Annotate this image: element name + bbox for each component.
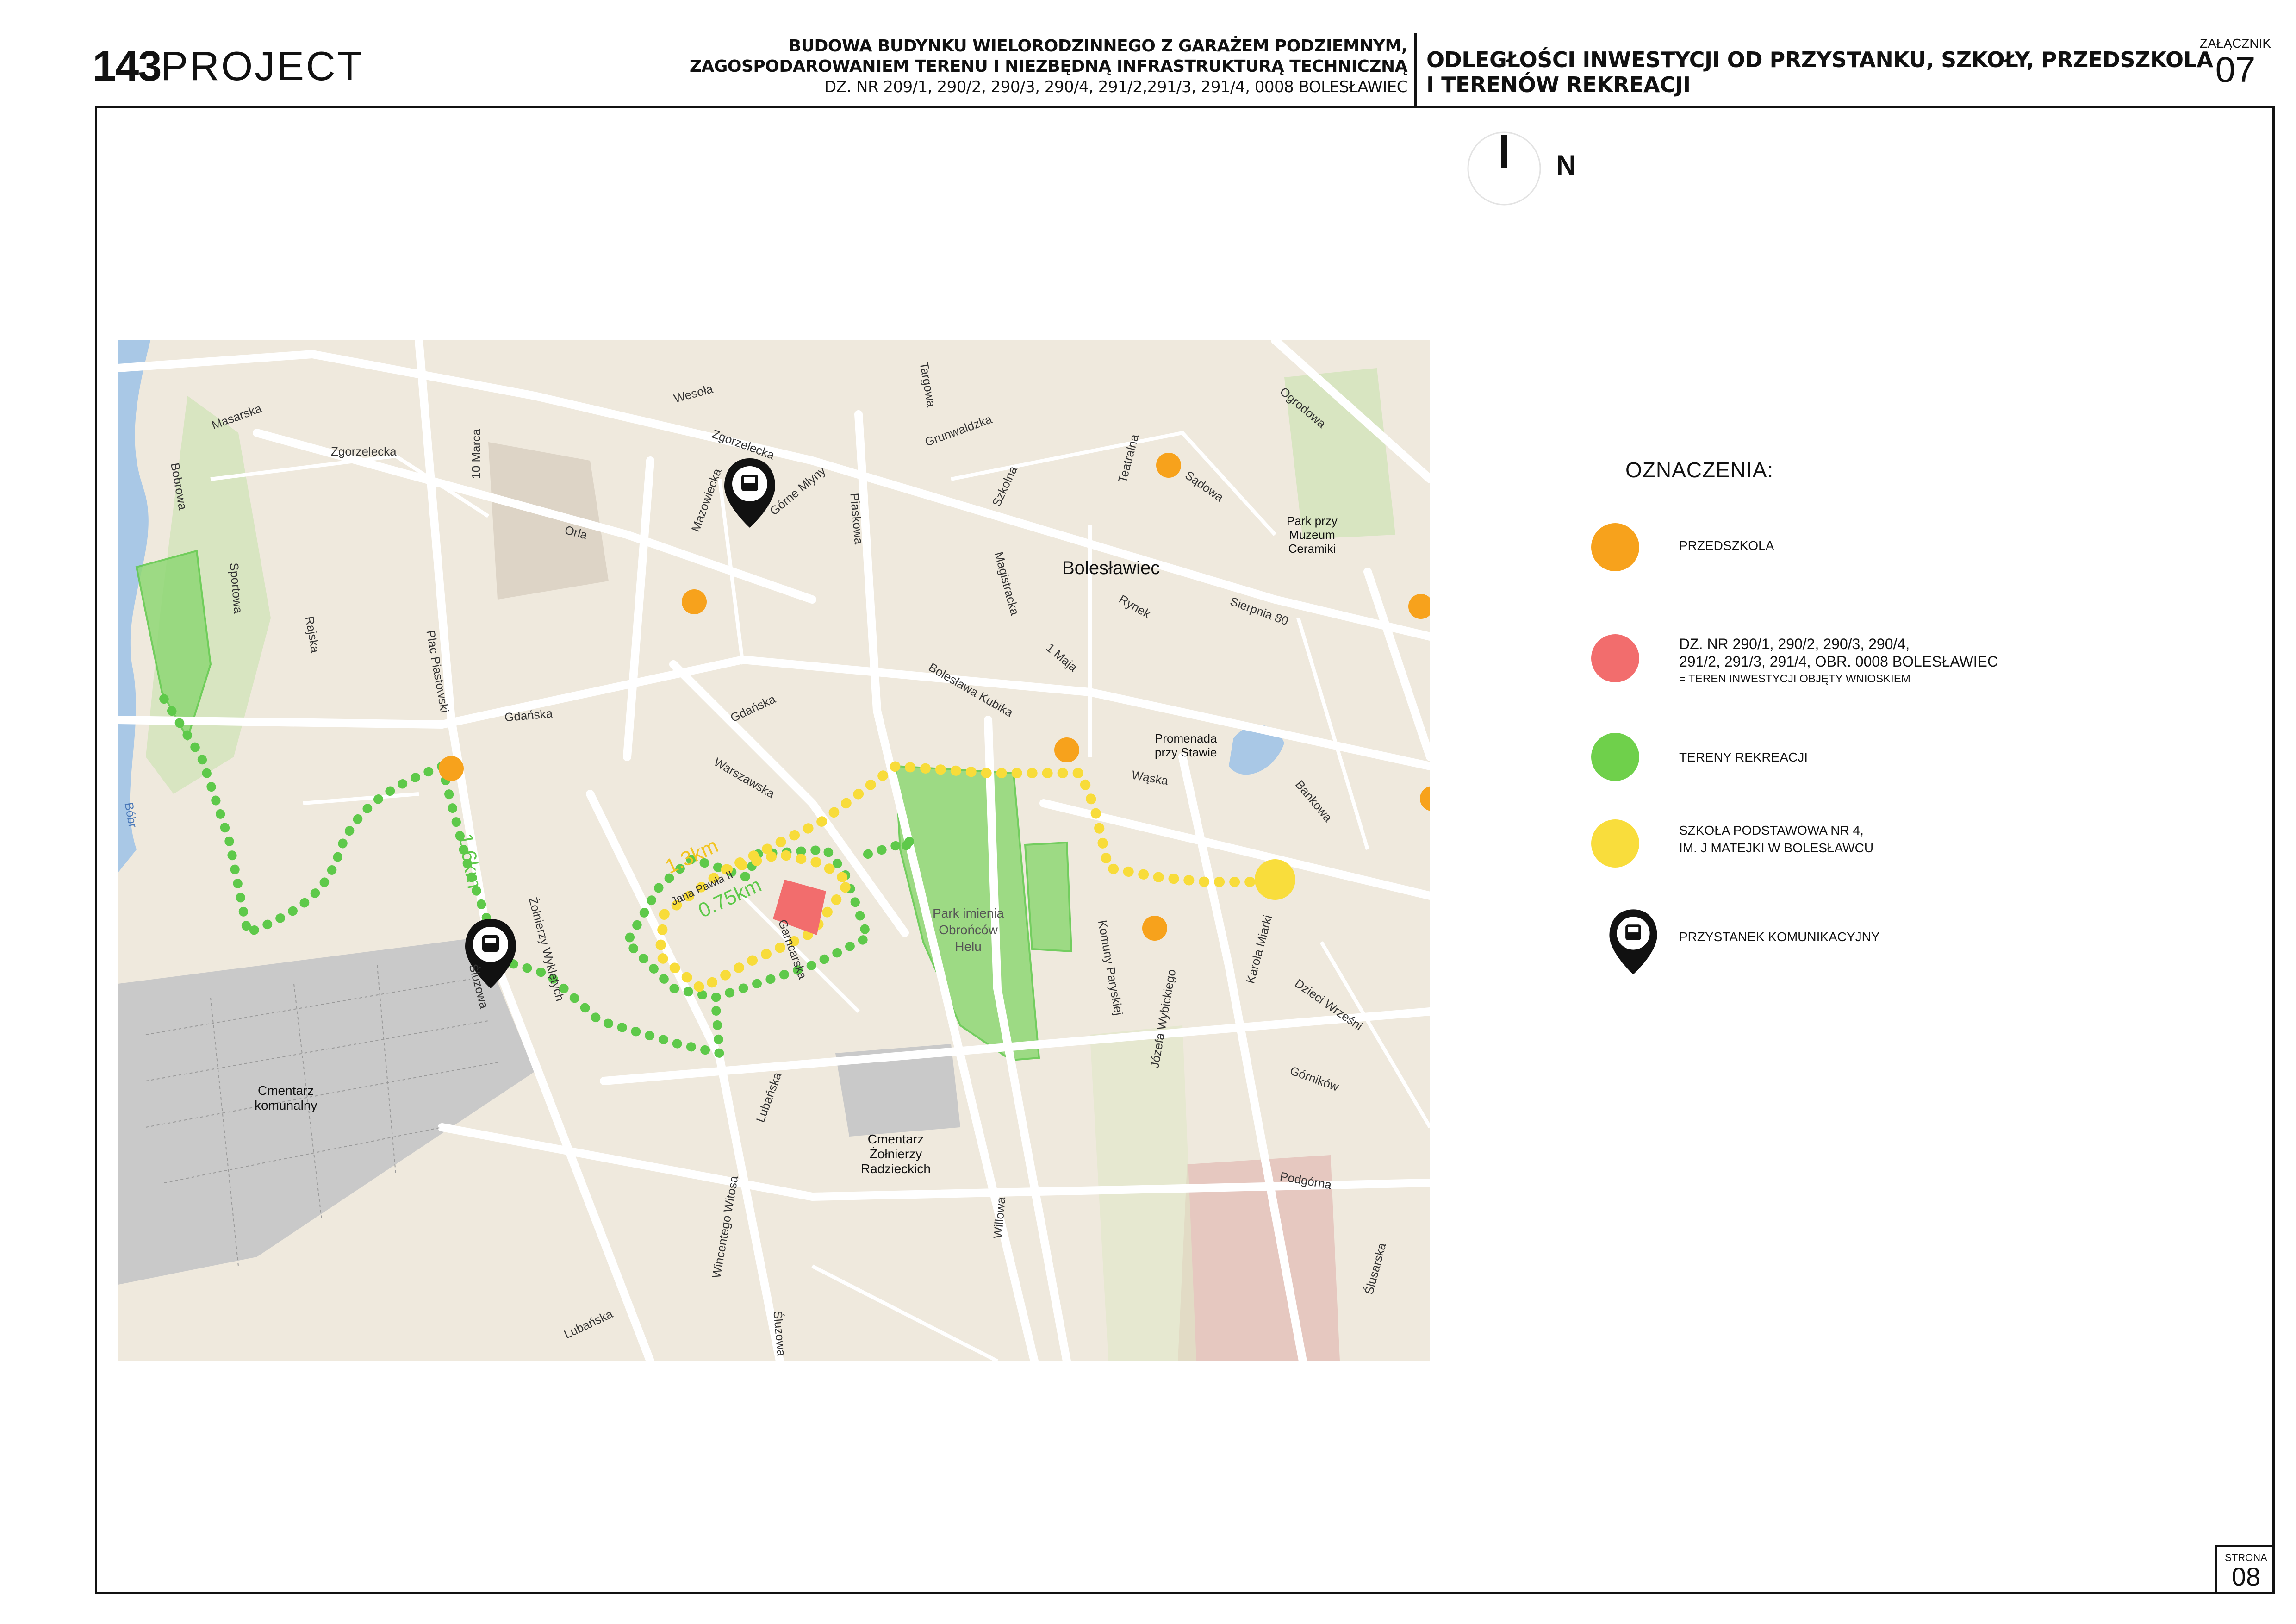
bus-stop-icon <box>724 458 775 528</box>
company-logo: 143 PROJECT <box>93 41 364 92</box>
logo-number: 143 <box>93 42 162 90</box>
sheet-title: ODLEGŁOŚCI INWESTYCJI OD PRZYSTANKU, SZK… <box>1426 47 2213 97</box>
header-divider <box>1414 33 1417 107</box>
project-line-2: ZAGOSPODAROWANIEM TERENU I NIEZBĘDNĄ INF… <box>689 57 1408 76</box>
legend-kindergarten-swatch <box>1591 523 1639 571</box>
city-map: 1.3km 0.75km 1.6km Bolesławiec Park imie… <box>118 340 1430 1361</box>
legend-kindergarten-text: PRZEDSZKOLA <box>1679 538 1774 553</box>
kindergarten-marker <box>1156 453 1181 478</box>
legend-bus-stop-text: PRZYSTANEK KOMUNIKACYJNY <box>1679 930 1880 944</box>
kindergarten-marker <box>682 589 707 614</box>
legend-investment-swatch <box>1591 634 1639 682</box>
attachment-block: ZAŁĄCZNIK 07 <box>2198 36 2272 88</box>
project-line-1: BUDOWA BUDYNKU WIELORODZINNEGO Z GARAŻEM… <box>788 37 1408 56</box>
municipal-cemetery-label: Cmentarz komunalny <box>255 1083 317 1112</box>
legend-school-text: SZKOŁA PODSTAWOWA NR 4, IM. J MATEJKI W … <box>1679 823 1874 855</box>
street-label: 10 Marca <box>469 429 483 479</box>
street-label: Zgorzelecka <box>331 444 397 458</box>
page-number: 08 <box>2231 1562 2261 1591</box>
park-helu-label: Park imienia Obrońców Helu <box>933 906 1004 954</box>
project-line-3: DZ. NR 209/1, 290/2, 290/3, 290/4, 291/2… <box>824 78 1408 96</box>
school-marker <box>1255 859 1295 900</box>
project-description: BUDOWA BUDYNKU WIELORODZINNEGO Z GARAŻEM… <box>689 36 1408 97</box>
kindergarten-marker <box>439 756 464 781</box>
attachment-number: 07 <box>2215 49 2256 90</box>
city-label: Bolesławiec <box>1062 558 1160 578</box>
legend-recreation-swatch <box>1591 733 1639 781</box>
bus-stop-icon <box>1609 909 1657 974</box>
kindergarten-marker <box>1420 786 1430 811</box>
logo-word: PROJECT <box>161 43 364 89</box>
sheet-title-line-1: ODLEGŁOŚCI INWESTYCJI OD PRZYSTANKU, SZK… <box>1426 47 2213 72</box>
park-helu-east <box>1024 841 1073 953</box>
north-label: N <box>1556 150 1576 181</box>
legend-recreation-text: TERENY REKREACJI <box>1679 750 1808 764</box>
map-base <box>118 340 1430 1361</box>
sheet-title-line-2: I TERENÓW REKREACJI <box>1426 72 1691 97</box>
page-number-box: STRONA 08 <box>2215 1545 2275 1594</box>
north-arrow-icon <box>1467 131 1541 206</box>
legend-investment-text: DZ. NR 290/1, 290/2, 290/3, 290/4, 291/2… <box>1679 636 1998 685</box>
legend-heading: OZNACZENIA: <box>1625 458 1774 482</box>
kindergarten-marker <box>1142 916 1167 941</box>
kindergarten-marker <box>1408 594 1430 619</box>
legend-school-swatch <box>1591 819 1639 868</box>
museum-park-label: Park przy Muzeum Ceramiki <box>1287 514 1338 556</box>
kindergarten-marker <box>1054 737 1079 762</box>
promenade-label: Promenada przy Stawie <box>1155 731 1217 759</box>
soldiers-cemetery-label: Cmentarz Żołnierzy Radzieckich <box>861 1132 931 1176</box>
